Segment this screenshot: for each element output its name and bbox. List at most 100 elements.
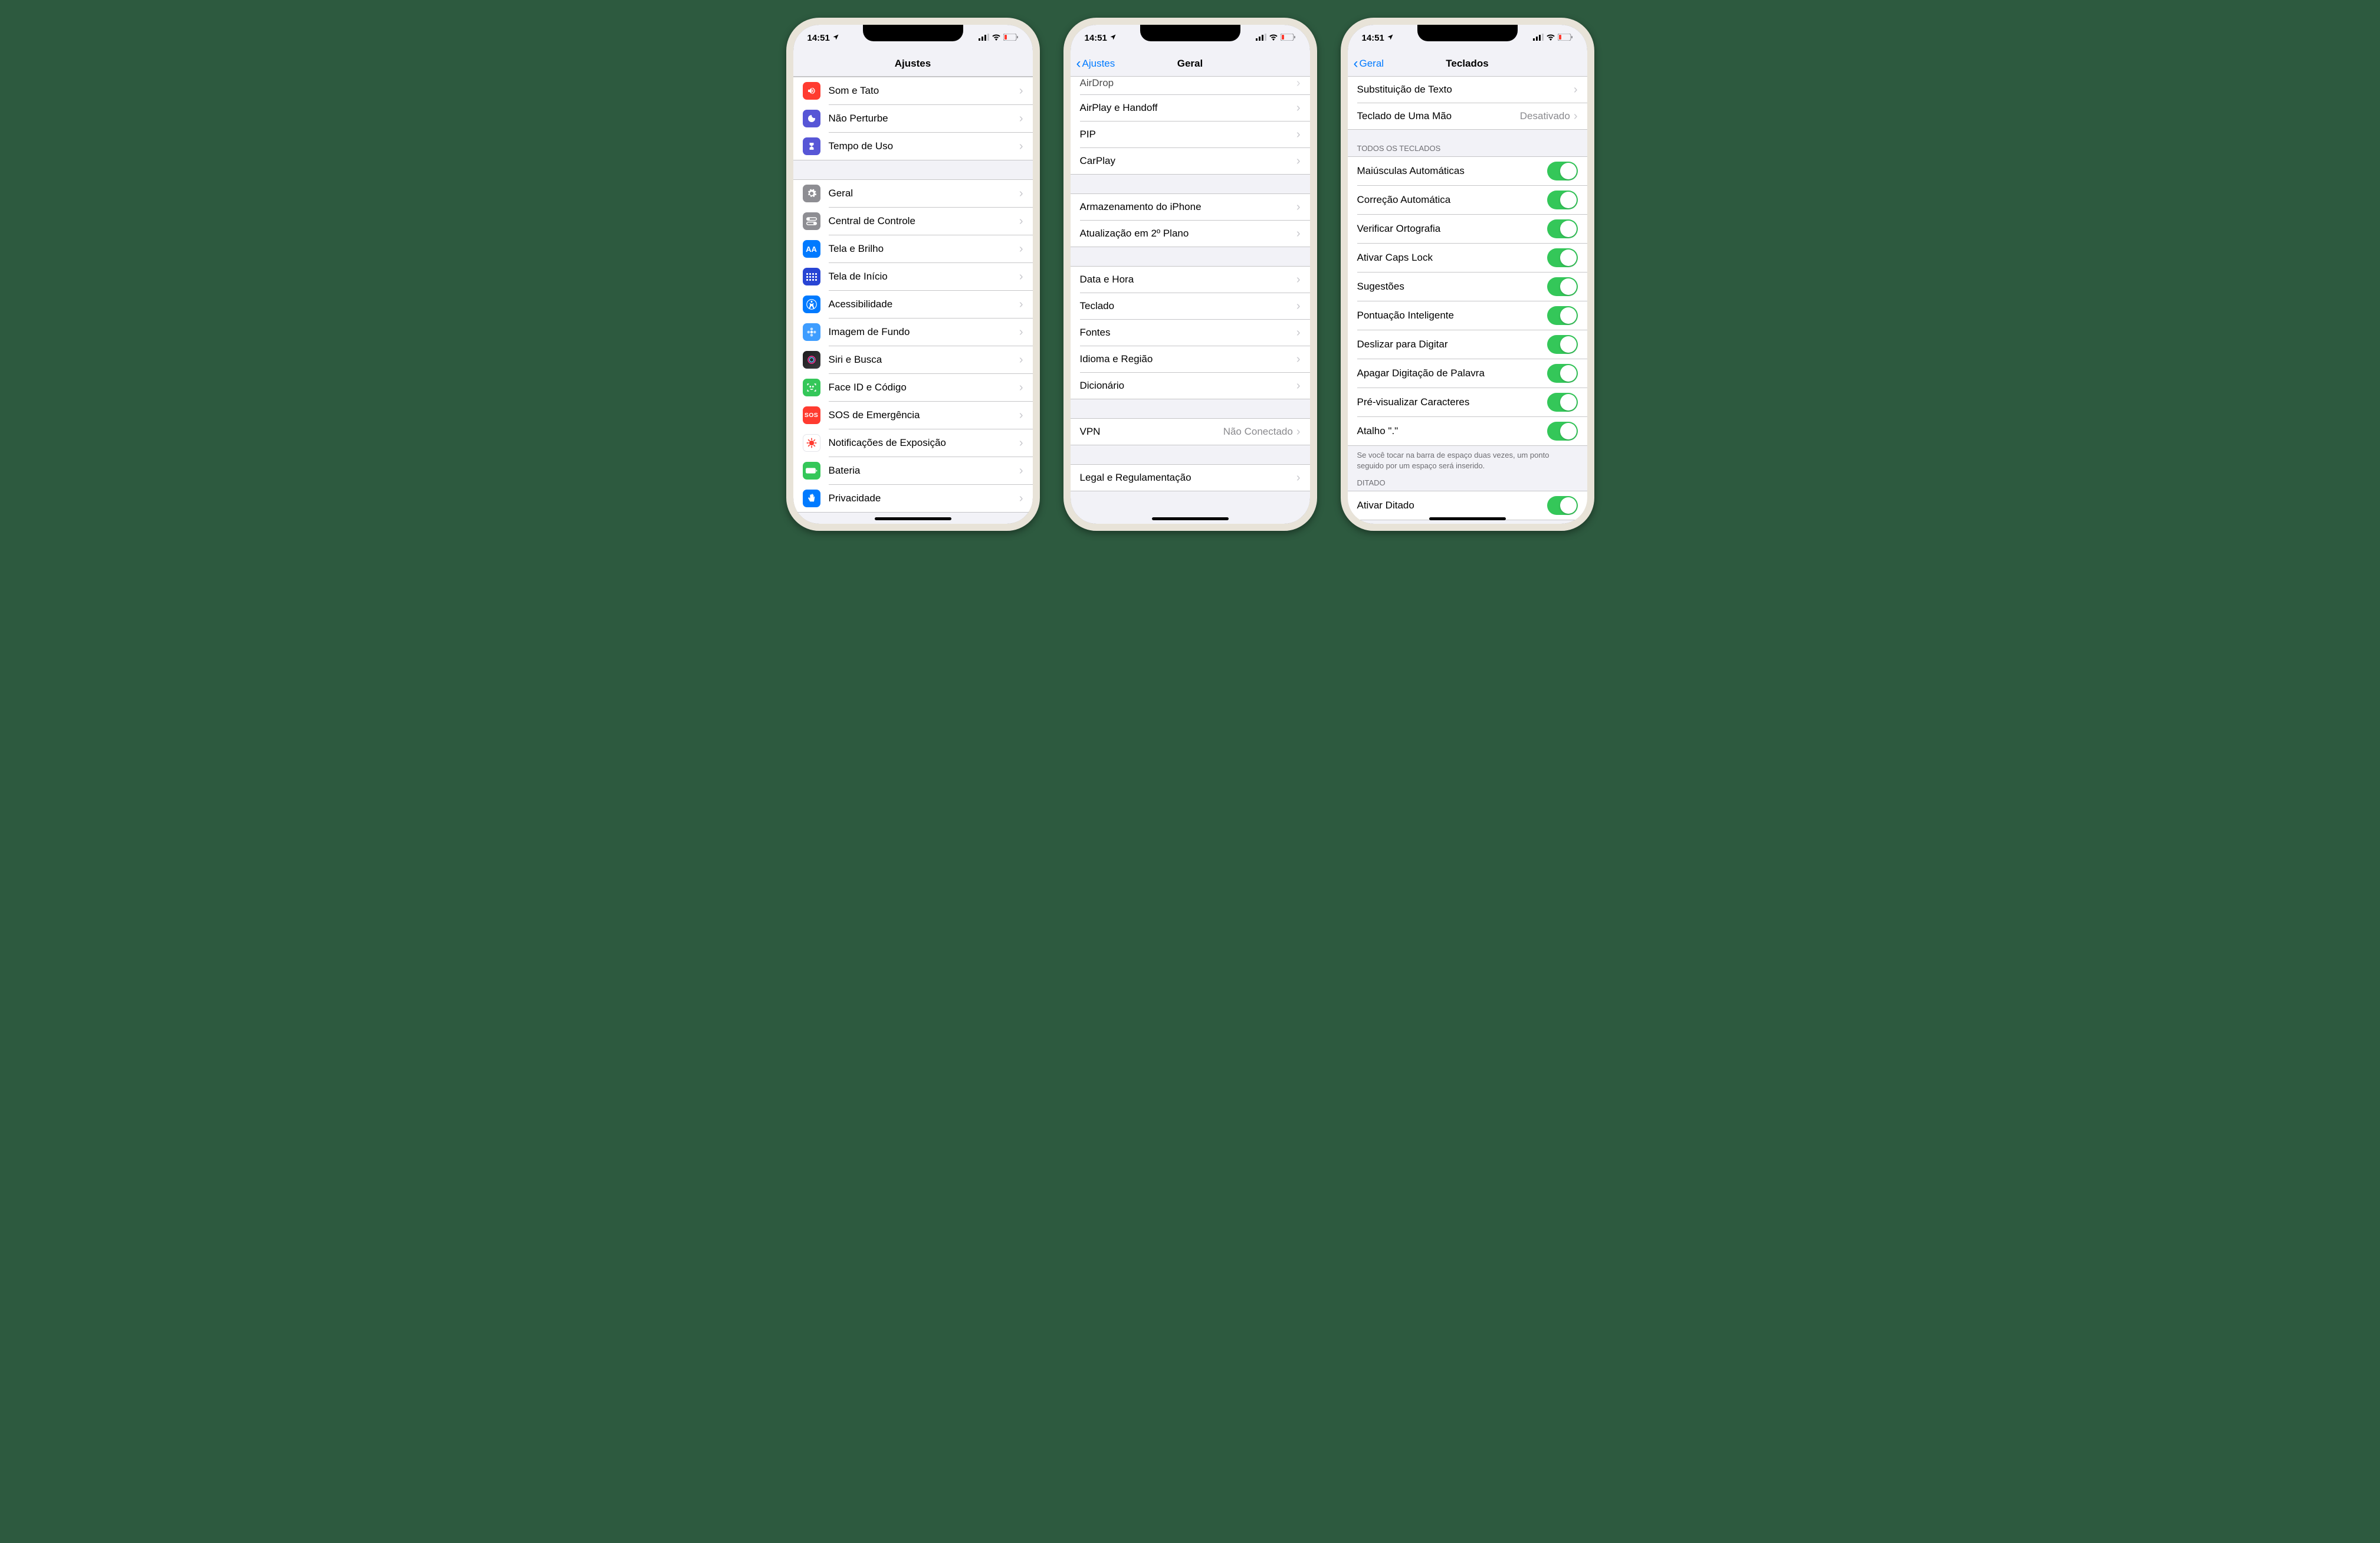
back-button[interactable]: ‹ Geral [1354, 57, 1384, 71]
back-label: Ajustes [1082, 58, 1115, 70]
row-label: Face ID e Código [829, 382, 1019, 393]
row-sos[interactable]: SOS SOS de Emergência › [793, 402, 1033, 429]
volume-icon [803, 82, 820, 100]
row-imagem-fundo[interactable]: Imagem de Fundo › [793, 319, 1033, 346]
hand-icon [803, 490, 820, 507]
row-label: Idioma e Região [1080, 353, 1296, 365]
row-carplay[interactable]: CarPlay › [1071, 148, 1310, 174]
location-icon [832, 33, 839, 43]
phone-geral: 14:51 ‹ Ajustes Geral AirDrop › AirPlay … [1063, 18, 1317, 531]
chevron-right-icon: › [1019, 271, 1023, 283]
row-idioma[interactable]: Idioma e Região › [1071, 346, 1310, 372]
toggle-apagar[interactable] [1547, 364, 1578, 383]
toggle-deslizar[interactable] [1547, 335, 1578, 354]
chevron-right-icon: › [1296, 353, 1301, 365]
row-som-e-tato[interactable]: Som e Tato › [793, 77, 1033, 104]
toggle-correcao[interactable] [1547, 191, 1578, 209]
row-label: Atalho "." [1357, 425, 1547, 437]
row-deslizar[interactable]: Deslizar para Digitar [1348, 330, 1587, 359]
row-vpn[interactable]: VPN Não Conectado › [1071, 419, 1310, 445]
battery-low-icon [1281, 33, 1296, 43]
toggle-previsualizar[interactable] [1547, 393, 1578, 412]
accessibility-icon [803, 296, 820, 313]
nav-title: Geral [1177, 58, 1203, 70]
row-label: Correção Automática [1357, 194, 1547, 206]
chevron-right-icon: › [1574, 110, 1578, 122]
row-previsualizar[interactable]: Pré-visualizar Caracteres [1348, 388, 1587, 416]
row-faceid[interactable]: Face ID e Código › [793, 374, 1033, 401]
row-label: Som e Tato [829, 85, 1019, 97]
row-teclado[interactable]: Teclado › [1071, 293, 1310, 319]
row-exposicao[interactable]: Notificações de Exposição › [793, 429, 1033, 457]
row-label: Armazenamento do iPhone [1080, 201, 1296, 213]
siri-icon [803, 351, 820, 369]
row-tela-brilho[interactable]: AA Tela e Brilho › [793, 235, 1033, 262]
row-armazenamento[interactable]: Armazenamento do iPhone › [1071, 194, 1310, 220]
back-button[interactable]: ‹ Ajustes [1076, 57, 1115, 71]
row-atalho[interactable]: Atalho "." [1348, 417, 1587, 445]
toggle-maiusculas[interactable] [1547, 162, 1578, 180]
row-capslock[interactable]: Ativar Caps Lock [1348, 244, 1587, 272]
grid-icon [803, 268, 820, 285]
toggle-atalho[interactable] [1547, 422, 1578, 441]
row-label: Fontes [1080, 327, 1296, 339]
chevron-right-icon: › [1019, 85, 1023, 97]
row-teclado-uma-mao[interactable]: Teclado de Uma Mão Desativado › [1348, 103, 1587, 129]
toggle-ditado[interactable] [1547, 496, 1578, 515]
row-fontes[interactable]: Fontes › [1071, 320, 1310, 346]
row-legal[interactable]: Legal e Regulamentação › [1071, 465, 1310, 491]
row-pontuacao[interactable]: Pontuação Inteligente [1348, 301, 1587, 330]
row-tela-inicio[interactable]: Tela de Início › [793, 263, 1033, 290]
row-central-controle[interactable]: Central de Controle › [793, 208, 1033, 235]
row-label: Imagem de Fundo [829, 326, 1019, 338]
general-list[interactable]: AirDrop › AirPlay e Handoff › PIP › CarP… [1071, 77, 1310, 524]
row-pip[interactable]: PIP › [1071, 122, 1310, 147]
row-airdrop[interactable]: AirDrop › [1071, 77, 1310, 94]
row-label: AirDrop [1080, 77, 1296, 89]
row-ativar-ditado[interactable]: Ativar Ditado [1348, 491, 1587, 520]
wifi-icon [992, 33, 1001, 43]
group-footer-atalho: Se você tocar na barra de espaço duas ve… [1348, 446, 1587, 475]
toggle-ortografia[interactable] [1547, 219, 1578, 238]
row-label: Notificações de Exposição [829, 437, 1019, 449]
row-ortografia[interactable]: Verificar Ortografia [1348, 215, 1587, 243]
row-dicionario[interactable]: Dicionário › [1071, 373, 1310, 399]
row-airplay[interactable]: AirPlay e Handoff › [1071, 95, 1310, 121]
row-substituicao-texto[interactable]: Substituição de Texto › [1348, 77, 1587, 103]
settings-list[interactable]: Som e Tato › Não Perturbe › Tempo de Uso… [793, 77, 1033, 524]
row-nao-perturbe[interactable]: Não Perturbe › [793, 105, 1033, 132]
row-detail: Desativado [1520, 110, 1570, 122]
row-label: VPN [1080, 426, 1223, 438]
row-label: PIP [1080, 129, 1296, 140]
chevron-right-icon: › [1019, 243, 1023, 255]
keyboards-list[interactable]: Substituição de Texto › Teclado de Uma M… [1348, 77, 1587, 524]
row-tempo-de-uso[interactable]: Tempo de Uso › [793, 133, 1033, 160]
textsize-icon: AA [803, 240, 820, 258]
row-privacidade[interactable]: Privacidade › [793, 485, 1033, 512]
signal-icon [979, 33, 989, 43]
row-label: Sugestões [1357, 281, 1547, 293]
home-indicator[interactable] [1152, 517, 1229, 520]
row-bateria[interactable]: Bateria › [793, 457, 1033, 484]
row-maiusculas[interactable]: Maiúsculas Automáticas [1348, 157, 1587, 185]
status-time: 14:51 [1085, 33, 1107, 43]
sos-icon: SOS [803, 406, 820, 424]
row-correcao[interactable]: Correção Automática [1348, 186, 1587, 214]
battery-low-icon [1558, 33, 1573, 43]
chevron-right-icon: › [1019, 326, 1023, 338]
home-indicator[interactable] [875, 517, 951, 520]
row-acessibilidade[interactable]: Acessibilidade › [793, 291, 1033, 318]
row-geral[interactable]: Geral › [793, 180, 1033, 207]
row-siri-busca[interactable]: Siri e Busca › [793, 346, 1033, 373]
row-data-hora[interactable]: Data e Hora › [1071, 267, 1310, 293]
row-sugestoes[interactable]: Sugestões [1348, 273, 1587, 301]
chevron-right-icon: › [1019, 437, 1023, 449]
row-label: Ativar Ditado [1357, 500, 1547, 511]
toggle-sugestoes[interactable] [1547, 277, 1578, 296]
toggle-capslock[interactable] [1547, 248, 1578, 267]
toggle-pontuacao[interactable] [1547, 306, 1578, 325]
home-indicator[interactable] [1429, 517, 1506, 520]
row-label: Não Perturbe [829, 113, 1019, 124]
row-apagar[interactable]: Apagar Digitação de Palavra [1348, 359, 1587, 388]
row-atualizacao[interactable]: Atualização em 2º Plano › [1071, 221, 1310, 247]
